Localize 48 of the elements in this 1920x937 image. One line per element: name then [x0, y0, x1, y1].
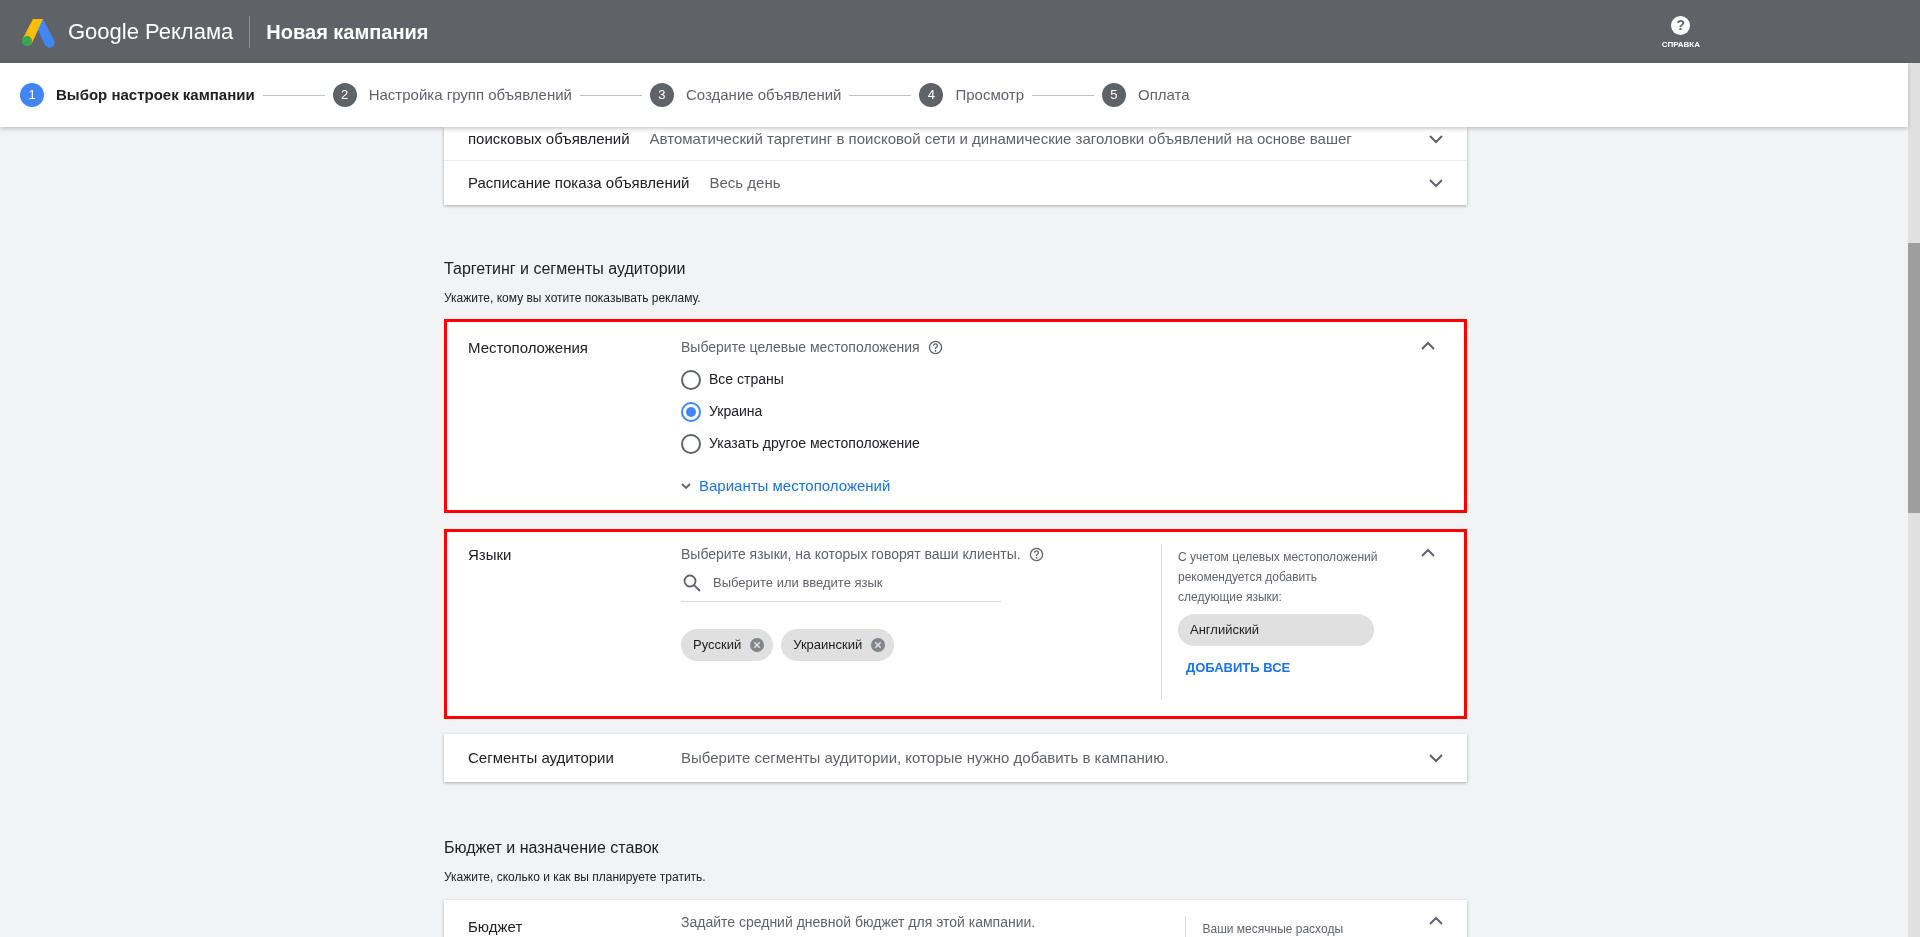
scrollbar[interactable] — [1908, 63, 1920, 937]
chevron-up-icon[interactable] — [1421, 341, 1435, 350]
location-options-link[interactable]: Варианты местоположений — [681, 475, 1421, 498]
chevron-up-icon[interactable] — [1421, 548, 1435, 557]
step[interactable]: 3 Создание объявлений — [649, 83, 842, 107]
section-subtitle: Укажите, кому вы хотите показывать рекламу. — [444, 290, 702, 307]
field-prompt: Выберите целевые местоположения — [681, 338, 920, 357]
card-label: Сегменты аудитории — [468, 747, 615, 768]
chevron-down-icon[interactable] — [1429, 135, 1443, 144]
row-value: Автоматический таргетинг в поисковой сети и динамические заголовки объявлений на основе вашег — [649, 129, 1353, 150]
row-label: поисковых объявлений — [468, 129, 630, 150]
page-title: Новая кампания — [266, 19, 429, 45]
side-note: Ваши месячные расходы — [1202, 922, 1343, 936]
product-name: Google Реклама — [68, 18, 234, 46]
step[interactable]: 4 Просмотр — [919, 83, 1024, 107]
section-title: Таргетинг и сегменты аудитории — [444, 259, 687, 279]
step[interactable]: 1 Выбор настроек кампании — [20, 83, 255, 107]
remove-icon[interactable] — [870, 636, 887, 653]
language-chip: Русский — [681, 628, 774, 661]
search-icon — [683, 573, 701, 592]
row-value: Весь день — [709, 172, 782, 193]
card-value: Выберите сегменты аудитории, которые нужно добавить в кампанию. — [681, 747, 1170, 768]
help-button[interactable]: ? СПРАВКА — [1661, 16, 1700, 51]
help-icon[interactable] — [927, 340, 943, 355]
chevron-down-icon — [681, 482, 691, 490]
field-prompt: Выберите языки, на которых говорят ваши клиенты. — [681, 545, 1021, 564]
chevron-up-icon[interactable] — [1429, 916, 1443, 925]
location-radio[interactable]: Указать другое местоположение — [681, 433, 1421, 454]
card-label: Языки — [468, 545, 513, 565]
suggested-language-chip[interactable]: Английский — [1178, 614, 1374, 646]
step[interactable]: 2 Настройка групп объявлений — [332, 83, 572, 107]
section-title: Бюджет и назначение ставок — [444, 838, 660, 858]
location-radio[interactable]: Все страны — [681, 369, 1421, 390]
language-search-field[interactable]: Выберите или введите язык — [713, 573, 1001, 593]
step[interactable]: 5 Оплата — [1102, 83, 1190, 107]
chevron-down-icon[interactable] — [1429, 178, 1443, 188]
card-label: Бюджет — [468, 917, 524, 937]
remove-icon[interactable] — [749, 636, 766, 653]
field-prompt: Задайте средний дневной бюджет для этой кампании. — [681, 913, 1037, 932]
row-label: Расписание показа объявлений — [468, 172, 690, 193]
section-subtitle: Укажите, сколько и как вы планируете тратить. — [444, 869, 707, 886]
language-chip: Украинский — [781, 628, 895, 661]
help-icon[interactable] — [1028, 547, 1044, 562]
location-radio[interactable]: Украина — [681, 401, 1421, 422]
card-label: Местоположения — [468, 338, 589, 358]
add-all-button[interactable]: ДОБАВИТЬ ВСЕ — [1186, 658, 1421, 678]
recommendation-text: С учетом целевых местоположений рекомендуется добавить следующие языки: — [1178, 549, 1378, 606]
chevron-down-icon[interactable] — [1429, 753, 1443, 763]
